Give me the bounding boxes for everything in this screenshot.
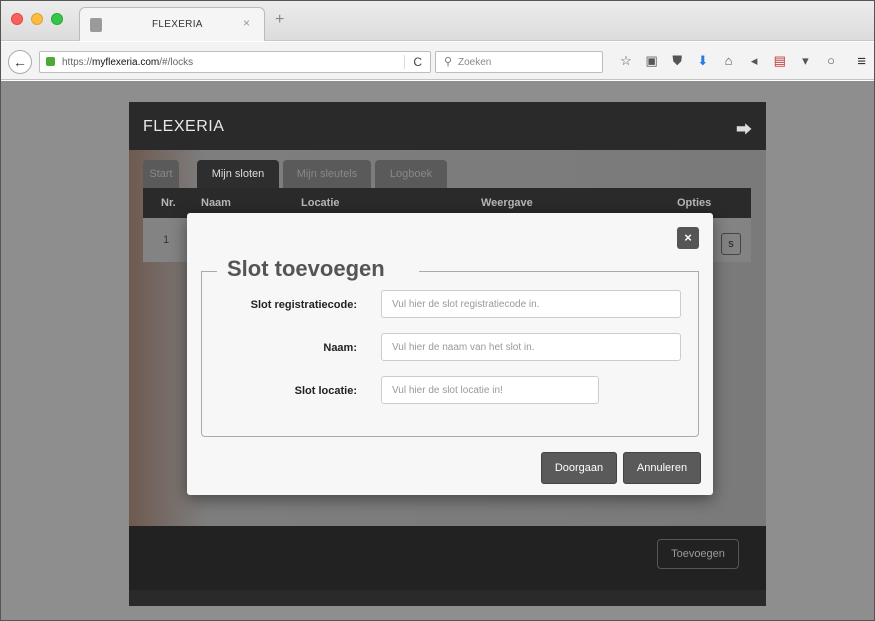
close-modal-button[interactable]: × <box>677 227 699 249</box>
registration-code-input[interactable] <box>381 290 681 318</box>
name-input[interactable] <box>381 333 681 361</box>
tab-mijn-sleutels[interactable]: Mijn sleutels <box>283 160 371 188</box>
tab-bar: FLEXERIA × + <box>1 1 874 41</box>
favicon-icon <box>90 18 102 32</box>
tab-start[interactable]: Start <box>143 160 179 188</box>
tab-mijn-sloten[interactable]: Mijn sloten <box>197 160 279 188</box>
browser-window: FLEXERIA × + ← https://myflexeria.com/#/… <box>0 0 875 621</box>
url-text: https://myflexeria.com/#/locks <box>62 57 194 68</box>
registration-code-label: Slot registratiecode: <box>250 299 357 311</box>
search-icon: ⚲ <box>444 56 453 68</box>
column-header-opties: Opties <box>677 197 712 209</box>
pocket-icon[interactable]: ⛊ <box>666 53 688 69</box>
share-icon[interactable]: ◂ <box>743 53 765 69</box>
download-icon[interactable]: ⬇ <box>692 53 714 69</box>
extension-icon[interactable]: ▤ <box>769 53 791 69</box>
location-label: Slot locatie: <box>294 385 357 397</box>
address-bar[interactable]: https://myflexeria.com/#/locks C <box>39 51 431 73</box>
continue-button[interactable]: Doorgaan <box>541 452 617 484</box>
app-footer: Toevoegen <box>129 526 766 590</box>
close-window-button[interactable] <box>11 13 23 25</box>
chat-icon[interactable]: ○ <box>820 53 842 68</box>
row-number: 1 <box>163 234 170 246</box>
column-header-locatie: Locatie <box>301 197 340 209</box>
location-input[interactable] <box>381 376 599 404</box>
home-icon[interactable]: ⌂ <box>718 53 740 68</box>
search-placeholder: Zoeken <box>458 57 492 68</box>
logout-icon[interactable]: ⮕ <box>736 116 752 140</box>
row-option-button[interactable]: s <box>721 233 741 255</box>
maximize-window-button[interactable] <box>51 13 63 25</box>
toolbar-icons: ☆ ▣ ⛊ ⬇ ⌂ ◂ ▤ ▾ ○ <box>615 53 842 69</box>
tab-close-icon[interactable]: × <box>243 16 250 30</box>
search-bar[interactable]: ⚲ Zoeken <box>435 51 603 73</box>
column-header-nr: Nr. <box>161 197 176 209</box>
hamburger-menu-icon[interactable]: ≡ <box>857 53 866 70</box>
app-header: FLEXERIA ⮕ <box>129 102 766 150</box>
back-button[interactable]: ← <box>8 50 32 74</box>
navigation-bar: ← https://myflexeria.com/#/locks C ⚲ Zoe… <box>1 42 874 80</box>
app-bottom-bar <box>129 590 766 606</box>
reading-list-icon[interactable]: ▣ <box>641 53 663 69</box>
app-title: FLEXERIA <box>143 118 225 135</box>
new-tab-button[interactable]: + <box>275 11 284 29</box>
bookmark-star-icon[interactable]: ☆ <box>615 53 637 69</box>
name-label: Naam: <box>323 342 357 354</box>
tab-title: FLEXERIA <box>152 19 203 30</box>
minimize-window-button[interactable] <box>31 13 43 25</box>
add-lock-modal: × Slot toevoegen Slot registratiecode: N… <box>187 213 713 495</box>
add-lock-button[interactable]: Toevoegen <box>657 539 739 569</box>
lock-icon <box>46 57 55 66</box>
cancel-button[interactable]: Annuleren <box>623 452 701 484</box>
browser-tab[interactable]: FLEXERIA × <box>79 7 265 41</box>
column-header-weergave: Weergave <box>481 197 533 209</box>
extension-dropdown-icon[interactable]: ▾ <box>794 53 816 69</box>
tab-logboek[interactable]: Logboek <box>375 160 447 188</box>
reload-icon[interactable]: C <box>404 55 422 69</box>
column-header-naam: Naam <box>201 197 231 209</box>
modal-title: Slot toevoegen <box>227 256 385 281</box>
